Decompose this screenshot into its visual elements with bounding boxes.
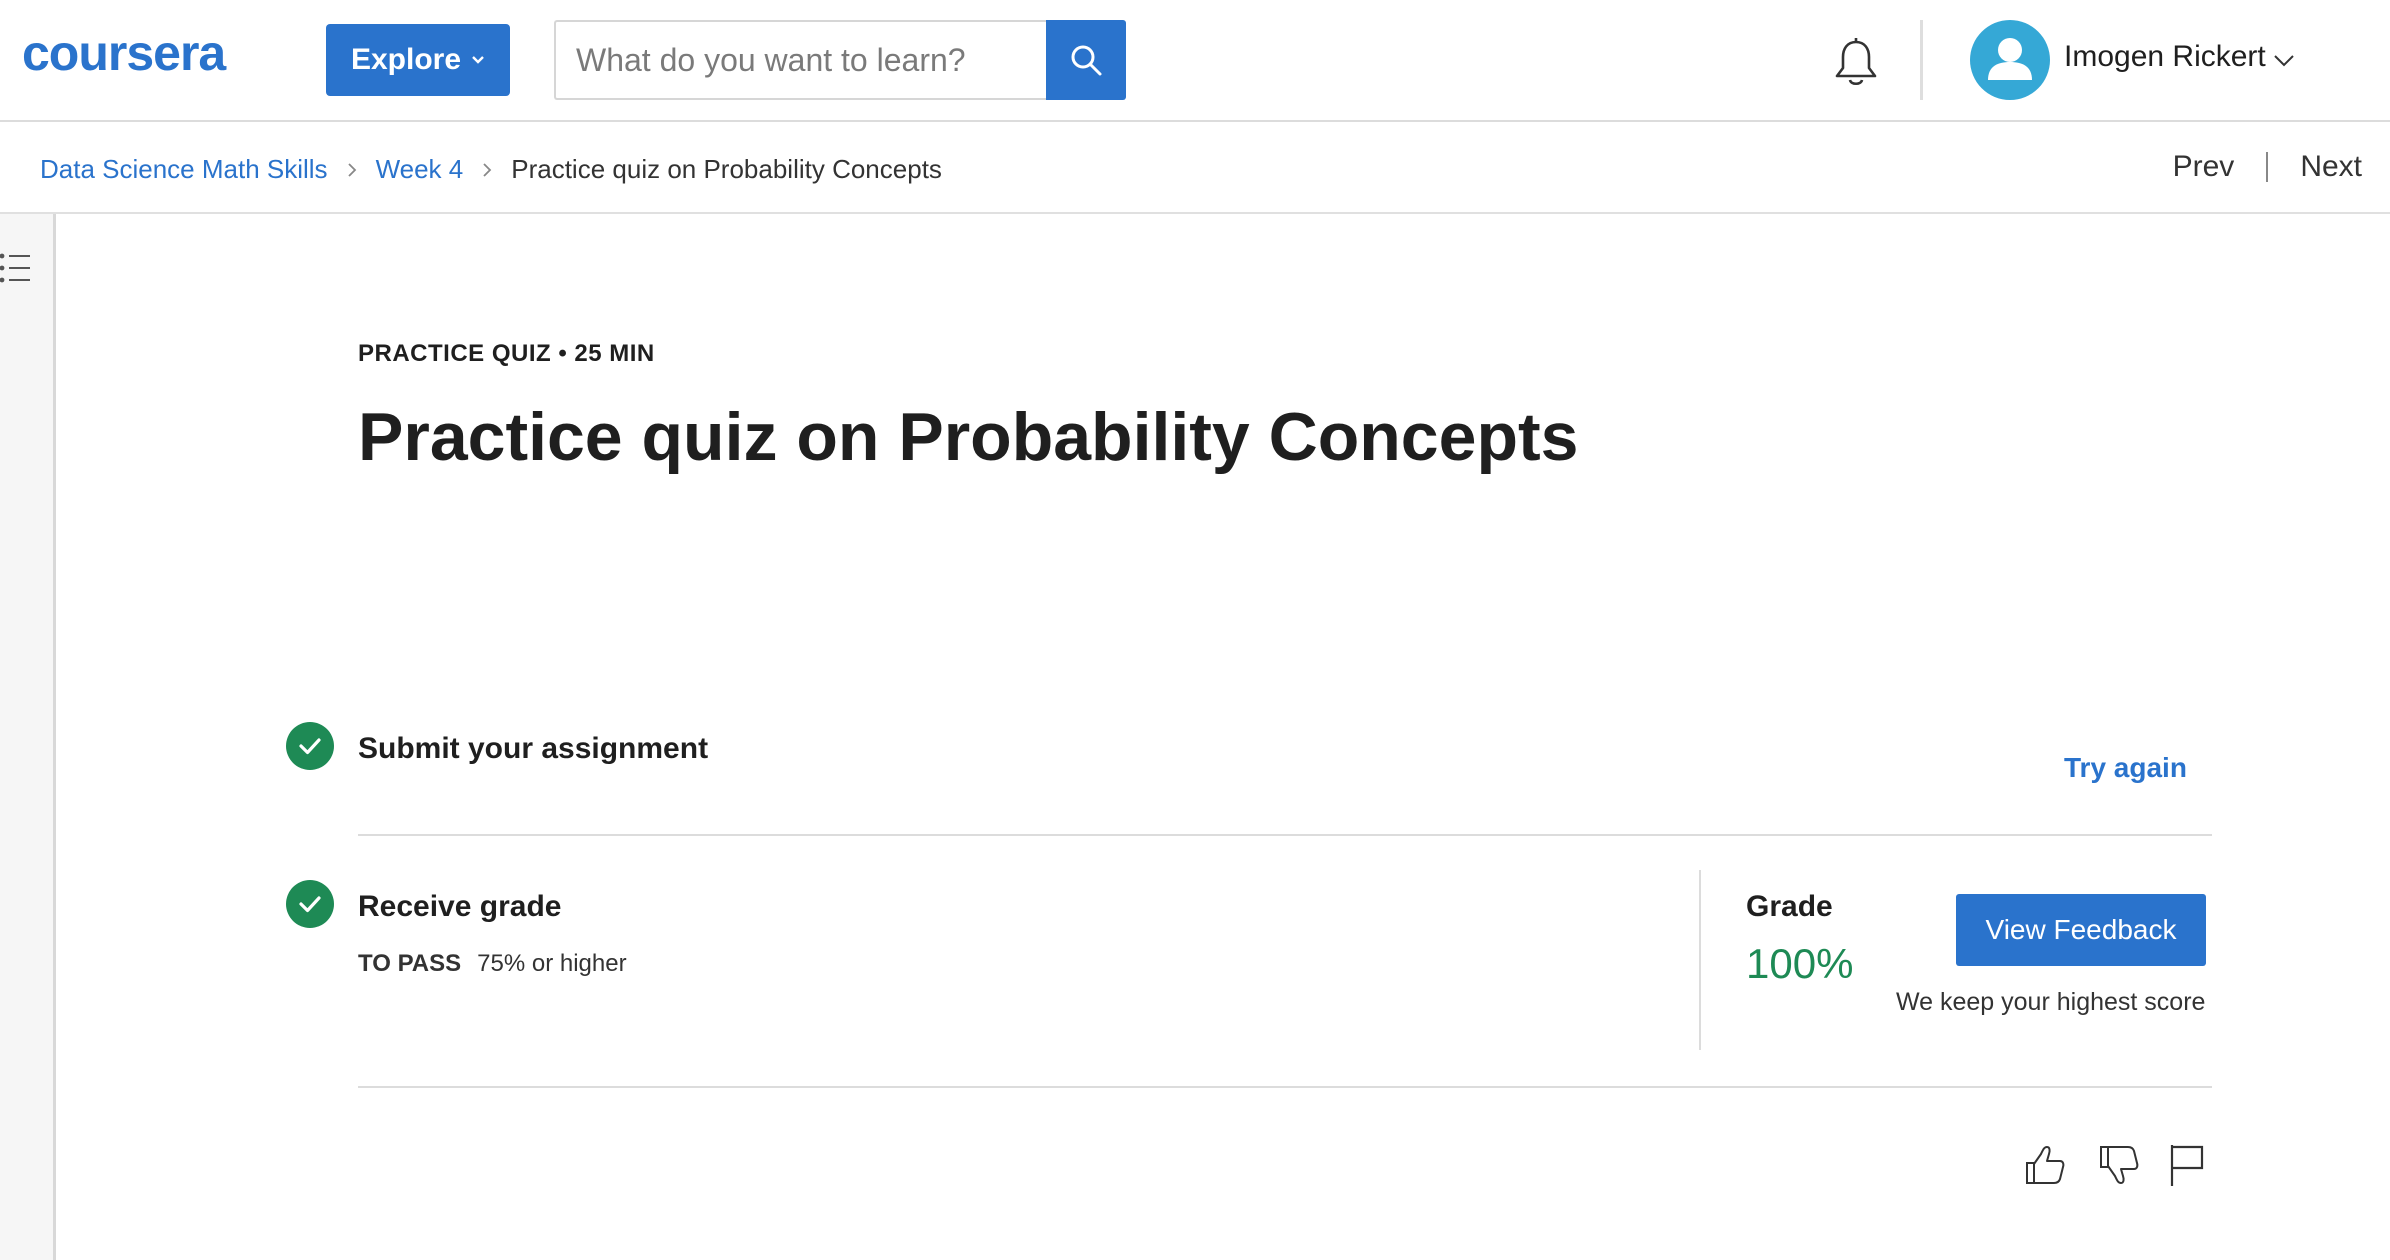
receive-grade-label: Receive grade [358,890,562,923]
divider [358,1086,2212,1088]
grade-label: Grade [1746,890,1833,923]
notifications-button[interactable] [1828,36,1884,92]
explore-button[interactable]: Explore [326,24,510,96]
chevron-right-icon [347,162,356,177]
breadcrumb-course-link[interactable]: Data Science Math Skills [40,154,328,185]
header-divider [1920,20,1923,100]
bell-icon [1835,38,1877,86]
pass-requirement: TO PASS 75% or higher [358,950,627,978]
avatar[interactable] [1970,20,2050,100]
item-type-duration: PRACTICE QUIZ • 25 MIN [358,340,655,367]
try-again-button[interactable]: Try again [2064,752,2187,784]
pass-requirement-key: TO PASS [358,950,462,977]
prev-next-nav: Prev Next [2173,150,2362,184]
breadcrumb-week-link[interactable]: Week 4 [376,154,464,185]
step-complete-badge [286,722,334,770]
view-feedback-button[interactable]: View Feedback [1956,894,2206,966]
explore-label: Explore [350,43,462,76]
pass-requirement-value: 75% or higher [477,950,627,977]
logo-text: coursera [22,32,227,76]
chevron-right-icon [483,162,492,177]
search-icon [1071,45,1102,76]
search-button[interactable] [1046,20,1126,100]
step-complete-badge [286,880,334,928]
flag-icon[interactable] [2166,1142,2212,1188]
highest-score-note: We keep your highest score [1896,988,2206,1016]
prev-link[interactable]: Prev [2173,150,2235,184]
page-title: Practice quiz on Probability Concepts [358,399,1579,475]
divider [358,834,2212,836]
next-link[interactable]: Next [2300,150,2362,184]
user-name[interactable]: Imogen Rickert [2064,40,2266,74]
grade-divider [1699,870,1701,1050]
submit-assignment-label: Submit your assignment [358,732,709,765]
course-outline-rail [0,214,56,1260]
check-icon [299,738,321,755]
list-icon[interactable] [0,248,34,288]
user-avatar-icon [1988,38,2032,80]
check-icon [299,896,321,913]
grade-value: 100% [1746,940,1854,987]
breadcrumb-bar: Data Science Math Skills Week 4 Practice… [0,122,2390,214]
search-input[interactable] [554,20,1048,100]
breadcrumb-current: Practice quiz on Probability Concepts [511,154,942,184]
search-bar [554,20,1126,100]
thumbs-up-icon[interactable] [2022,1142,2068,1188]
chevron-down-icon[interactable] [2272,50,2296,70]
coursera-logo[interactable]: coursera [22,32,282,82]
thumbs-down-icon[interactable] [2096,1142,2142,1188]
breadcrumb: Data Science Math Skills Week 4 Practice… [40,154,942,185]
prev-next-divider [2266,152,2269,182]
chevron-down-icon [472,56,484,64]
top-navigation-bar: coursera Explore Imogen Rickert [0,0,2390,122]
